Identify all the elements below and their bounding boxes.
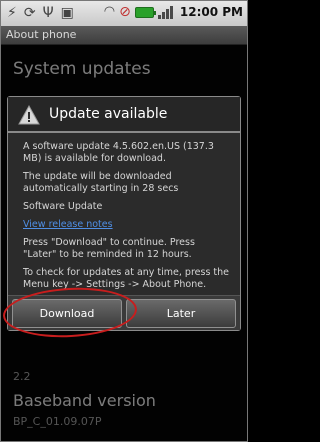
system-icons: ◠ ⊘ 12:00 PM [104, 4, 243, 20]
dialog-message: A software update 4.5.602.en.US (137.3 M… [23, 141, 231, 297]
warning-icon [18, 105, 40, 125]
sd-card-icon: ▣ [60, 5, 74, 21]
page-title: About phone [6, 28, 77, 41]
signal-icon [157, 5, 173, 19]
auto-download-text: The update will be downloaded automatica… [23, 171, 179, 194]
sync-icon: ⟳ [23, 5, 36, 21]
menu-hint-text: To check for updates at any time, press … [23, 267, 230, 290]
status-bar: ⚡ ⟳ Ψ ▣ ◠ ⊘ 12:00 PM [1, 1, 247, 26]
later-button[interactable]: Later [126, 299, 236, 328]
wifi-icon: ◠ [103, 4, 116, 19]
battery-icon [134, 6, 156, 18]
status-time: 12:00 PM [179, 5, 243, 19]
no-sim-icon: ⊘ [119, 4, 131, 20]
instructions-text: Press "Download" to continue. Press "Lat… [23, 237, 195, 260]
update-info-text: A software update 4.5.602.en.US (137.3 M… [23, 141, 214, 164]
usb-icon: Ψ [42, 5, 54, 21]
dialog-title: Update available [49, 106, 168, 122]
notification-icons: ⚡ ⟳ Ψ ▣ [7, 5, 74, 21]
title-bar: About phone [1, 26, 247, 45]
dialog-header: Update available [8, 97, 240, 133]
release-notes-link[interactable]: View release notes [23, 219, 113, 230]
software-update-label: Software Update [23, 201, 103, 212]
flash-icon: ⚡ [7, 5, 17, 21]
